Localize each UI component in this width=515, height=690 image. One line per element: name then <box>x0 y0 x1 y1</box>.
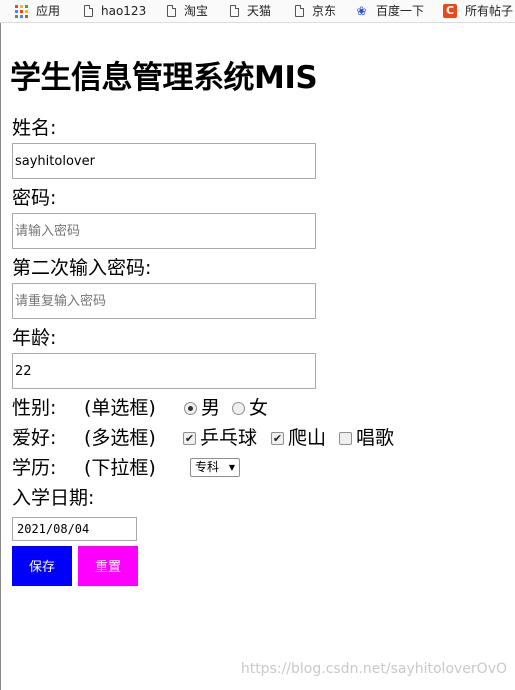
gender-option-male[interactable]: 男 <box>184 396 220 420</box>
bookmark-hao123[interactable]: hao123 <box>84 3 146 19</box>
education-hint: (下拉框) <box>84 457 156 479</box>
age-label: 年龄: <box>12 327 57 349</box>
page-icon <box>295 5 304 17</box>
page-icon <box>230 5 239 17</box>
gender-row: 性别: (单选框) 男 女 <box>12 396 268 420</box>
hobby-label: 爱好: <box>12 427 57 449</box>
hobby-row: 爱好: (多选框) ✔ 乒乓球 ✔ 爬山 唱歌 <box>12 426 394 450</box>
hobby-option-label: 唱歌 <box>356 427 395 449</box>
csdn-c-icon: C <box>443 4 457 18</box>
page-title: 学生信息管理系统MIS <box>10 60 318 96</box>
bookmark-apps[interactable]: 应用 <box>15 3 60 19</box>
chevron-down-icon: ▼ <box>228 463 235 472</box>
watermark-text: https://blog.csdn.net/sayhitoloverOvO <box>240 661 507 677</box>
gender-option-label: 男 <box>201 397 221 419</box>
bookmark-label: hao123 <box>101 4 147 18</box>
education-selected-value: 专科 <box>195 460 220 474</box>
name-input[interactable] <box>12 143 316 179</box>
save-button[interactable]: 保存 <box>12 546 72 586</box>
gender-label: 性别: <box>12 397 57 419</box>
apps-grid-icon <box>15 4 28 18</box>
bookmark-taobao[interactable]: 淘宝 <box>167 3 208 19</box>
hobby-hint: (多选框) <box>84 427 156 449</box>
bookmark-baidu[interactable]: ❀ 百度一下 <box>355 3 424 19</box>
enroll-date-input[interactable]: 2021/08/04 <box>12 517 137 541</box>
bookmark-all-posts[interactable]: C 所有帖子 <box>443 3 513 19</box>
age-input[interactable] <box>12 353 316 389</box>
enroll-date-label: 入学日期: <box>12 487 95 509</box>
education-label: 学历: <box>12 457 57 479</box>
page-icon <box>84 5 93 17</box>
password-label: 密码: <box>12 187 57 209</box>
education-select[interactable]: 专科 ▼ <box>190 458 240 477</box>
window-frame-edge <box>0 0 1 690</box>
checkbox-checked[interactable]: ✔ <box>183 431 196 445</box>
password-confirm-label: 第二次输入密码: <box>12 257 152 279</box>
gender-option-female[interactable]: 女 <box>232 396 268 420</box>
bookmarks-bar: 应用 hao123 淘宝 天猫 京东 ❀ 百度一下 C 所有帖子 <box>0 0 515 23</box>
gender-option-label: 女 <box>249 397 269 419</box>
bookmark-tmall[interactable]: 天猫 <box>230 3 271 19</box>
bookmark-label: 所有帖子 <box>465 4 514 18</box>
name-label: 姓名: <box>12 117 57 139</box>
password-input[interactable] <box>12 213 316 249</box>
hobby-option-climbing[interactable]: ✔ 爬山 <box>271 426 326 450</box>
education-row: 学历: (下拉框) 专科 ▼ <box>12 456 240 480</box>
hobby-option-singing[interactable]: 唱歌 <box>339 426 394 450</box>
hobby-option-pingpong[interactable]: ✔ 乒乓球 <box>183 426 257 450</box>
bookmark-label: 京东 <box>312 4 337 18</box>
checkbox[interactable] <box>339 431 352 445</box>
bookmark-label: 应用 <box>36 4 61 18</box>
radio-button[interactable] <box>232 401 245 415</box>
password-confirm-input[interactable] <box>12 283 316 319</box>
hobby-option-label: 乒乓球 <box>200 427 258 449</box>
radio-button-checked[interactable] <box>184 401 197 415</box>
checkbox-checked[interactable]: ✔ <box>271 431 284 445</box>
bookmark-label: 淘宝 <box>184 4 209 18</box>
bookmark-jd[interactable]: 京东 <box>295 3 336 19</box>
bookmark-label: 天猫 <box>247 4 272 18</box>
hobby-option-label: 爬山 <box>288 427 327 449</box>
page-icon <box>167 5 176 17</box>
bookmark-label: 百度一下 <box>376 4 425 18</box>
baidu-paw-icon: ❀ <box>356 3 367 18</box>
reset-button[interactable]: 重置 <box>78 546 138 586</box>
gender-hint: (单选框) <box>84 397 156 419</box>
